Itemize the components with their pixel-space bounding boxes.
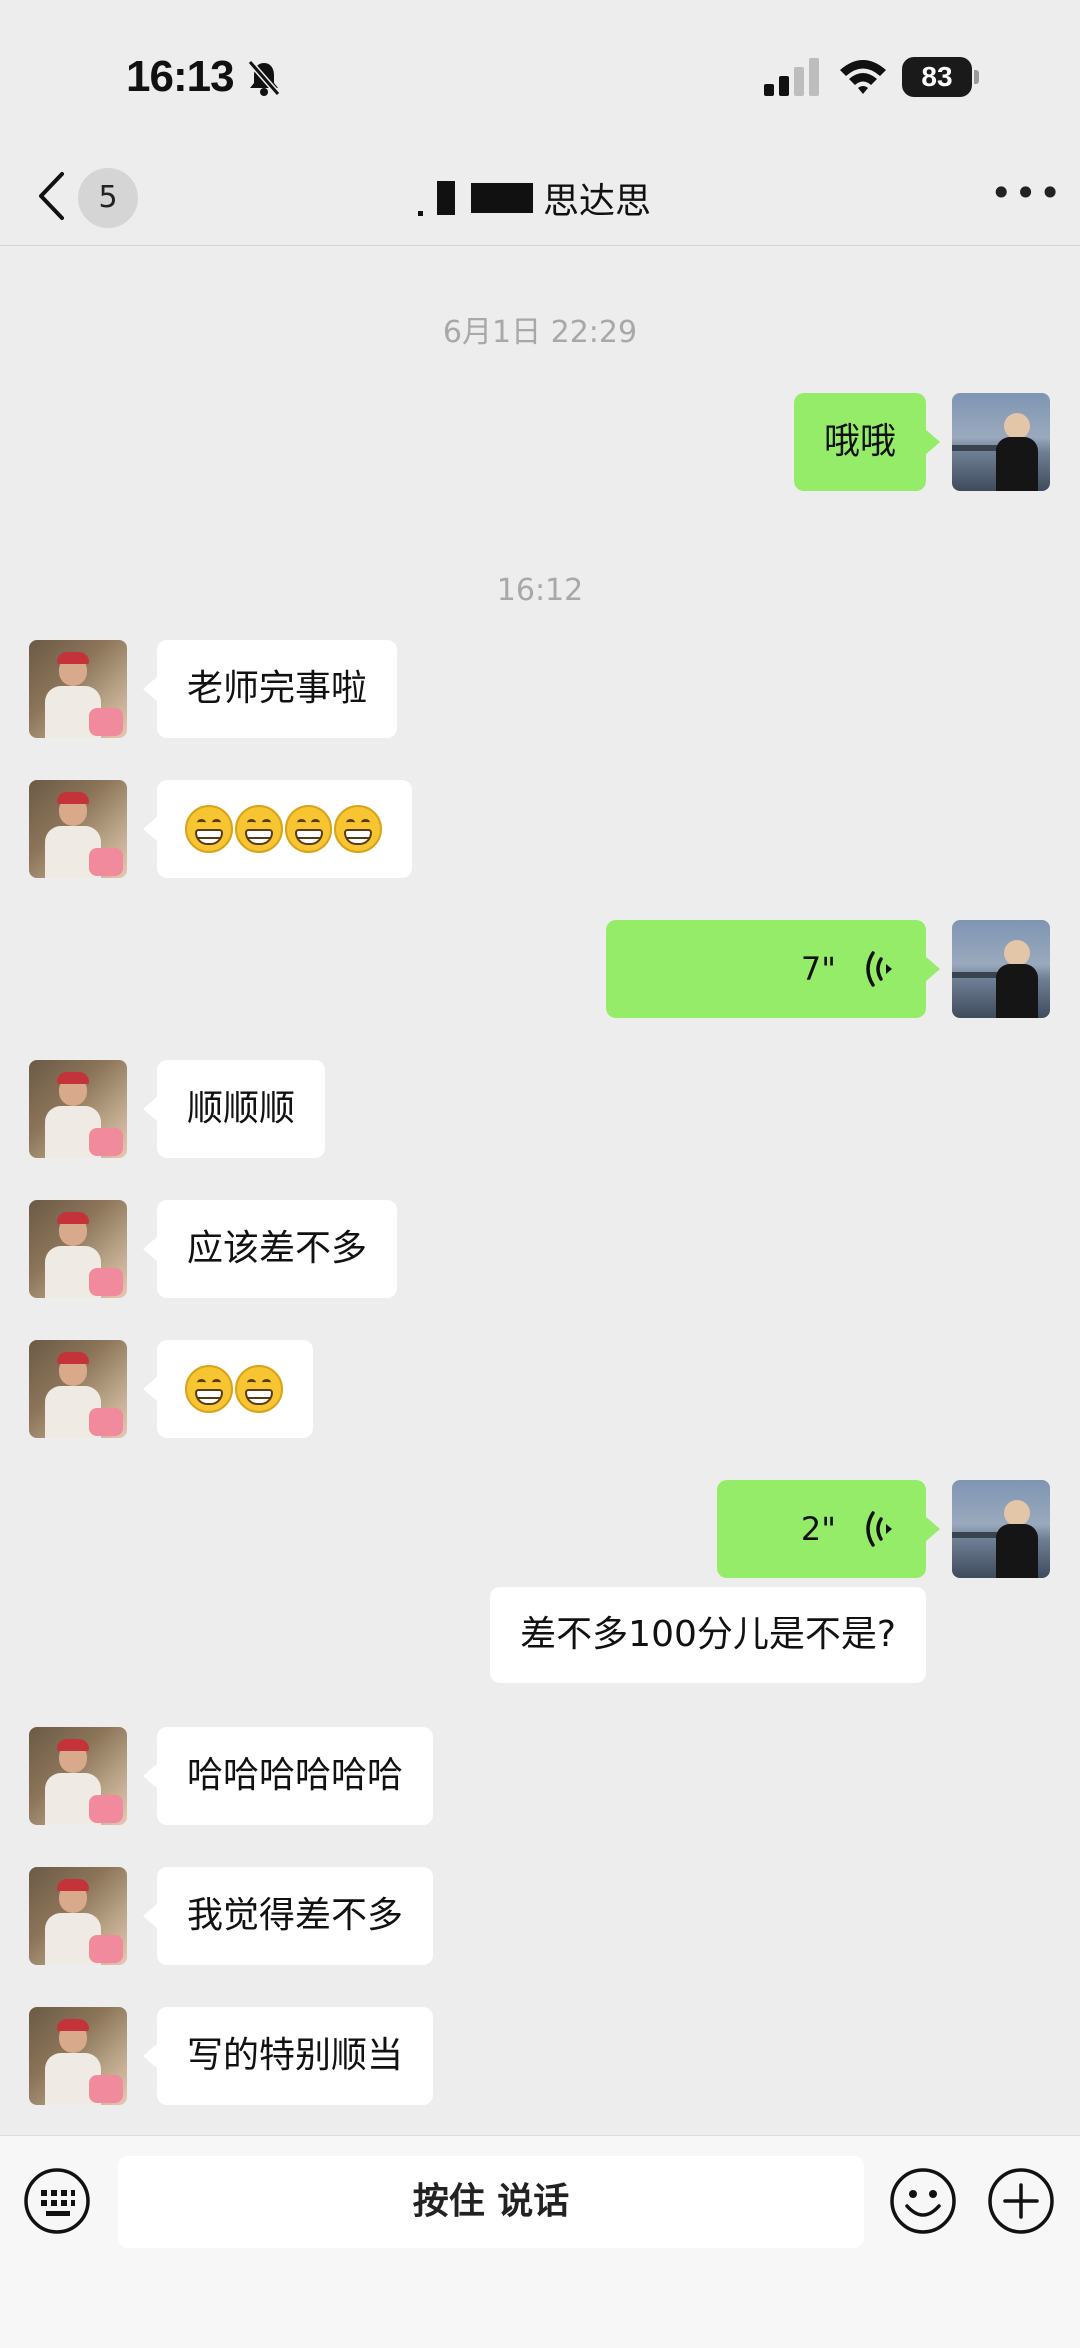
message-bubble-incoming[interactable]: 顺顺顺 [142,1060,326,1158]
status-time: 16:13 [126,52,235,101]
signal-icon [764,58,819,96]
redaction-mark [437,181,455,215]
message-bubble-incoming[interactable] [143,780,412,878]
message-list[interactable]: 6月1日 22:29 哦哦 16:12 老师完事啦 7" 顺顺顺 应该差不多 2… [0,247,1080,2135]
grin-emoji-icon [235,1365,283,1413]
timestamp: 16:12 [496,573,584,608]
voice-message-bubble[interactable]: 2" [717,1480,940,1578]
contact-avatar[interactable] [29,1200,127,1298]
message-bubble-incoming[interactable]: 哈哈哈哈哈哈 [142,1727,434,1825]
input-bar: 按住 说话 [0,2135,1080,2348]
more-icon[interactable]: ••• [990,174,1061,218]
contact-avatar[interactable] [29,2007,127,2105]
contact-avatar[interactable] [29,1867,127,1965]
grin-emoji-icon [334,805,382,853]
contact-avatar[interactable] [29,780,127,878]
message-bubble-incoming[interactable] [143,1340,313,1438]
voice-transcript-bubble[interactable]: 差不多100分儿是不是? [490,1587,926,1683]
voice-wave-icon [866,951,892,987]
grin-emoji-icon [284,805,333,853]
message-bubble-incoming[interactable]: 写的特别顺当 [142,2007,434,2105]
chat-header: 5 思达思 ••• [0,150,1080,246]
contact-avatar[interactable] [29,1060,127,1158]
voice-message-bubble[interactable]: 7" [606,920,940,1018]
bell-mute-icon [247,60,281,96]
emoji-row [185,780,384,878]
contact-avatar[interactable] [29,1340,127,1438]
chat-title: 思达思 [418,170,651,226]
plus-icon[interactable] [986,2166,1056,2236]
emoji-row [185,1340,285,1438]
grin-emoji-icon [185,1365,233,1413]
voice-duration: 2" [800,1510,836,1548]
keyboard-icon[interactable] [22,2166,92,2236]
my-avatar[interactable] [952,393,1050,491]
back-chevron-icon[interactable] [36,170,66,222]
my-avatar[interactable] [952,1480,1050,1578]
redaction-mark [418,210,423,216]
battery-level: 83 [902,57,972,97]
message-bubble-incoming[interactable]: 应该差不多 [142,1200,398,1298]
contact-avatar[interactable] [29,640,127,738]
message-bubble-outgoing[interactable]: 哦哦 [793,393,941,491]
contact-avatar[interactable] [29,1727,127,1825]
timestamp: 6月1日 22:29 [442,315,638,350]
message-bubble-incoming[interactable]: 我觉得差不多 [142,1867,434,1965]
voice-duration: 7" [800,950,836,988]
unread-count-badge[interactable]: 5 [78,168,138,228]
voice-wave-icon [866,1511,892,1547]
wifi-icon [840,60,886,94]
grin-emoji-icon [185,805,233,853]
status-bar: 16:13 83 [0,0,1080,150]
message-bubble-incoming[interactable]: 老师完事啦 [142,640,398,738]
emoji-icon[interactable] [888,2166,958,2236]
contact-name: 思达思 [543,181,652,222]
my-avatar[interactable] [952,920,1050,1018]
grin-emoji-icon [234,805,283,853]
battery-icon: 83 [902,57,979,97]
hold-to-talk-button[interactable]: 按住 说话 [118,2156,864,2248]
redaction-mark [471,183,533,213]
